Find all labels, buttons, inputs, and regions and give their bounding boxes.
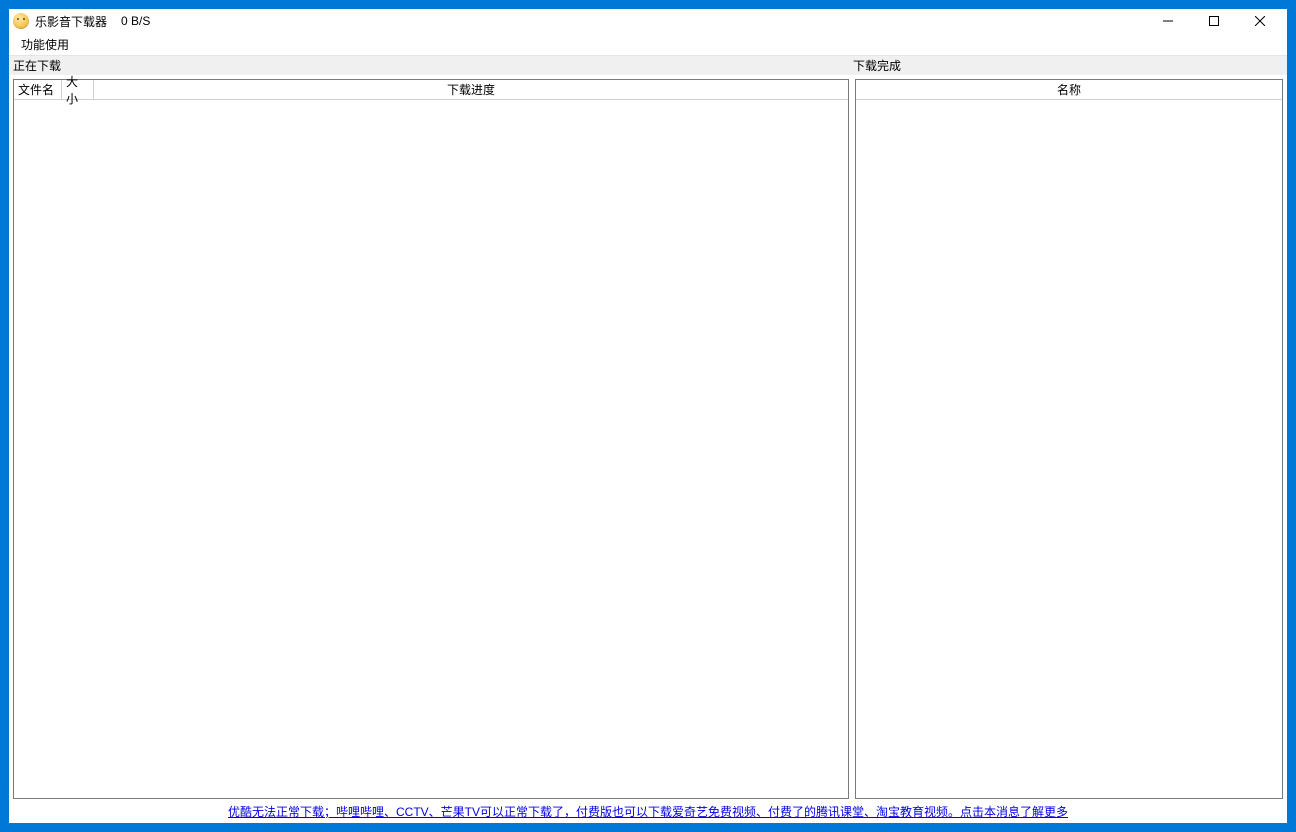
app-icon (13, 13, 29, 29)
download-speed: 0 B/S (121, 14, 150, 28)
downloading-panel: 文件名 大小 下载进度 (13, 79, 849, 799)
column-name[interactable]: 名称 (856, 80, 1282, 100)
downloading-table-body[interactable] (14, 100, 848, 798)
column-filename[interactable]: 文件名 (14, 80, 62, 100)
menubar: 功能使用 (9, 33, 1287, 55)
maximize-button[interactable] (1191, 9, 1237, 33)
close-icon (1255, 16, 1265, 26)
content-area: 文件名 大小 下载进度 名称 (9, 75, 1287, 799)
completed-table-body[interactable] (856, 100, 1282, 798)
section-labels: 正在下载 下载完成 (9, 55, 1287, 75)
footer-notice-link[interactable]: 优酷无法正常下载；哔哩哔哩、CCTV、芒果TV可以正常下载了，付费版也可以下载爱… (228, 803, 1068, 820)
downloading-table-header: 文件名 大小 下载进度 (14, 80, 848, 100)
column-size[interactable]: 大小 (62, 80, 94, 100)
close-button[interactable] (1237, 9, 1283, 33)
maximize-icon (1209, 16, 1219, 26)
menu-function-use[interactable]: 功能使用 (13, 34, 77, 55)
minimize-button[interactable] (1145, 9, 1191, 33)
titlebar: 乐影音下载器 0 B/S (9, 9, 1287, 33)
minimize-icon (1163, 16, 1173, 26)
completed-table-header: 名称 (856, 80, 1282, 100)
footer: 优酷无法正常下载；哔哩哔哩、CCTV、芒果TV可以正常下载了，付费版也可以下载爱… (9, 799, 1287, 823)
column-progress[interactable]: 下载进度 (94, 80, 848, 100)
window-controls (1145, 9, 1283, 33)
app-window: 乐影音下载器 0 B/S 功能使用 正在下载 下载完成 文件名 大小 下载进度 (8, 8, 1288, 824)
app-title: 乐影音下载器 (35, 13, 107, 30)
completed-panel: 名称 (855, 79, 1283, 799)
section-completed-label: 下载完成 (849, 57, 1287, 74)
section-downloading-label: 正在下载 (9, 57, 849, 74)
